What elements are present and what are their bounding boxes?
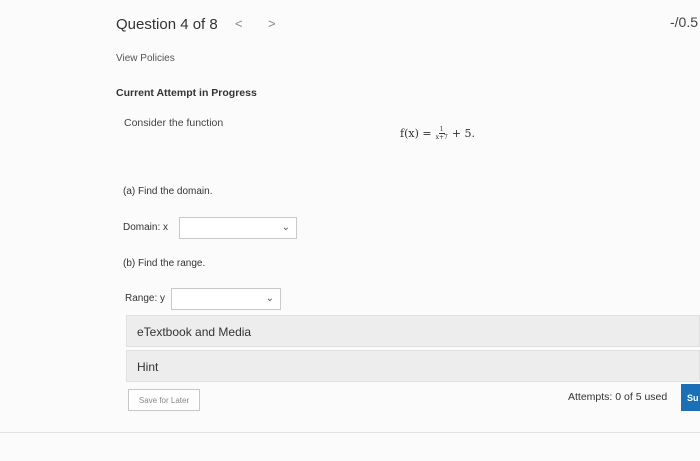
chevron-down-icon: ⌄ xyxy=(281,222,290,233)
domain-label: Domain: x xyxy=(123,222,169,233)
chevron-right-icon[interactable]: > xyxy=(268,16,276,31)
footer-divider xyxy=(0,432,700,433)
etextbook-media-label: eTextbook and Media xyxy=(137,325,252,339)
part-b-prompt: (b) Find the range. xyxy=(123,258,206,269)
submit-button[interactable]: Su xyxy=(681,384,700,411)
chevron-left-icon[interactable]: < xyxy=(235,16,243,31)
problem-intro: Consider the function xyxy=(124,117,224,129)
formula-lhs: f(x) = xyxy=(400,127,432,140)
attempt-status: Current Attempt in Progress xyxy=(116,87,257,99)
formula-fraction: 1 x+7 xyxy=(436,126,448,141)
hint-button[interactable]: Hint xyxy=(126,350,700,382)
range-label: Range: y xyxy=(125,293,166,304)
domain-select[interactable]: ⌄ xyxy=(179,217,297,239)
formula-numerator: 1 xyxy=(438,126,445,134)
function-formula: f(x) = 1 x+7 + 5. xyxy=(400,126,475,141)
attempts-counter: Attempts: 0 of 5 used xyxy=(568,391,668,403)
save-for-later-button[interactable]: Save for Later xyxy=(128,389,200,411)
chevron-down-icon: ⌄ xyxy=(265,293,274,304)
etextbook-media-button[interactable]: eTextbook and Media xyxy=(126,315,700,347)
score-display: -/0.5 xyxy=(669,14,698,30)
question-title: Question 4 of 8 xyxy=(116,16,218,33)
part-a-prompt: (a) Find the domain. xyxy=(123,186,213,197)
hint-label: Hint xyxy=(137,360,159,374)
formula-rhs: + 5. xyxy=(451,127,476,140)
formula-denominator: x+7 xyxy=(435,134,448,141)
view-policies-link[interactable]: View Policies xyxy=(116,53,175,64)
range-select[interactable]: ⌄ xyxy=(171,288,281,310)
